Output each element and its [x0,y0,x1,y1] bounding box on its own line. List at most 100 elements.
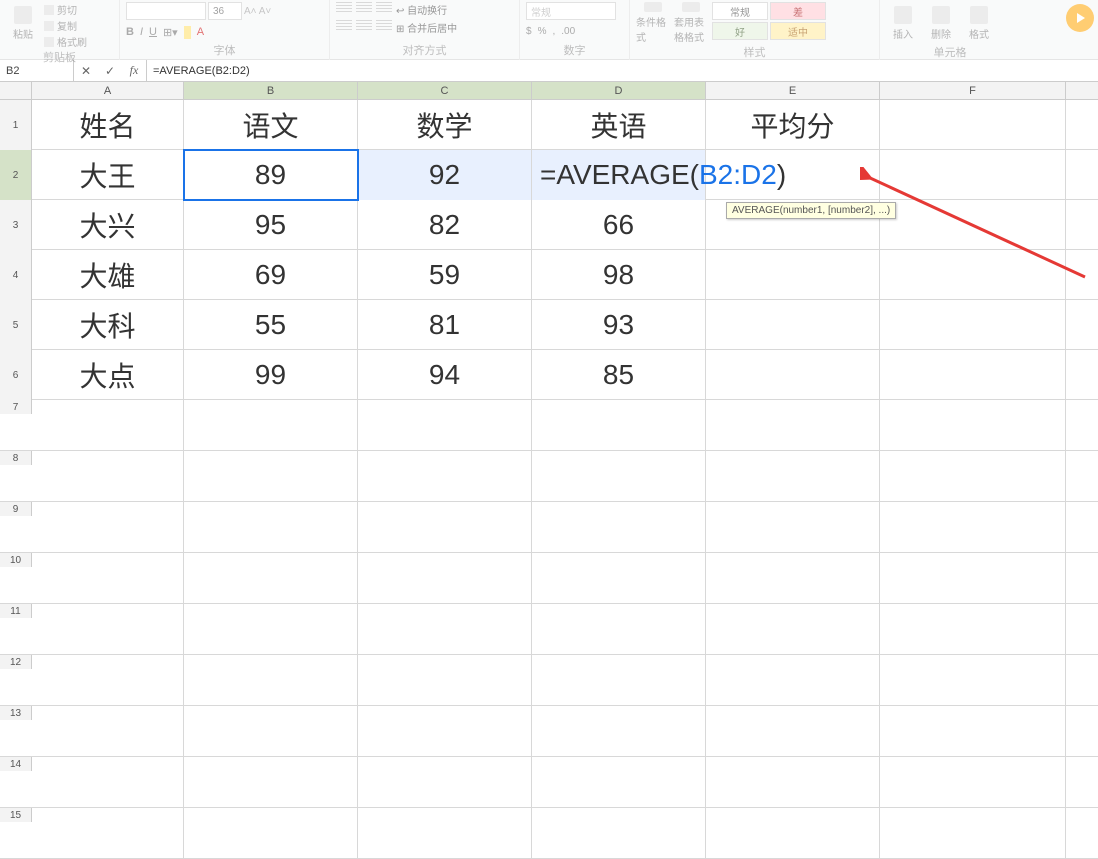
cell[interactable] [880,808,1066,858]
cell[interactable] [32,757,184,807]
cell[interactable] [32,400,184,450]
cell[interactable] [880,250,1066,300]
row-header[interactable]: 3 [0,200,32,250]
cell[interactable]: 语文 [184,100,358,150]
cell[interactable]: 大王 [32,150,184,200]
italic-button[interactable]: I [140,26,143,39]
cell[interactable]: 大点 [32,350,184,400]
cell[interactable] [706,808,880,858]
row-header[interactable]: 2 [0,150,32,200]
wrap-text-button[interactable]: ↩ 自动换行 [396,2,447,17]
align-center-button[interactable] [356,20,372,32]
cell[interactable] [880,300,1066,350]
col-header-f[interactable]: F [880,82,1066,99]
row-header[interactable]: 7 [0,400,32,414]
cell[interactable] [358,553,532,603]
cell[interactable] [706,451,880,501]
cut-button[interactable]: 剪切 [44,2,87,17]
cell[interactable]: 数学 [358,100,532,150]
cell[interactable]: 英语 [532,100,706,150]
merge-center-button[interactable]: ⊞ 合并后居中 [396,20,457,35]
paste-button[interactable]: 粘贴 [6,2,40,44]
cell[interactable] [880,502,1066,552]
align-middle-button[interactable] [356,2,372,14]
cell[interactable]: 大兴 [32,200,184,250]
align-right-button[interactable] [376,20,392,32]
cell[interactable]: 59 [358,250,532,300]
cell[interactable] [880,451,1066,501]
bold-button[interactable]: B [126,26,134,39]
align-bottom-button[interactable] [376,2,392,14]
cell[interactable] [706,706,880,756]
cell[interactable] [880,604,1066,654]
cell[interactable] [32,706,184,756]
cell[interactable] [184,451,358,501]
cell[interactable] [880,100,1066,150]
cell[interactable]: 99 [184,350,358,400]
cell[interactable] [184,808,358,858]
cell[interactable]: 66 [532,200,706,250]
row-header[interactable]: 15 [0,808,32,822]
cell[interactable]: 平均分 [706,100,880,150]
cell[interactable] [532,655,706,705]
row-header[interactable]: 11 [0,604,32,618]
cell[interactable]: 姓名 [32,100,184,150]
cell[interactable] [532,553,706,603]
cell[interactable] [184,502,358,552]
row-header[interactable]: 9 [0,502,32,516]
row-header[interactable]: 8 [0,451,32,465]
row-header[interactable]: 12 [0,655,32,669]
cell[interactable] [358,655,532,705]
cell[interactable]: 92 [358,150,532,200]
delete-cells-button[interactable]: 删除 [924,2,958,44]
cell-active[interactable]: 89 [184,150,358,200]
cell[interactable] [184,604,358,654]
cell[interactable]: 98 [532,250,706,300]
cell[interactable] [184,706,358,756]
cell[interactable] [32,502,184,552]
cell[interactable] [32,655,184,705]
cell[interactable] [358,757,532,807]
currency-button[interactable]: $ [526,26,532,37]
align-top-button[interactable] [336,2,352,14]
cell[interactable] [32,553,184,603]
fill-color-button[interactable] [184,26,191,39]
cell[interactable]: 大雄 [32,250,184,300]
cell[interactable] [358,502,532,552]
cell[interactable] [358,400,532,450]
cell[interactable] [706,757,880,807]
cell[interactable] [358,604,532,654]
cell[interactable] [532,757,706,807]
cell[interactable] [32,451,184,501]
row-header[interactable]: 5 [0,300,32,350]
font-size-select[interactable]: 36 [208,2,242,20]
percent-button[interactable]: % [538,26,547,37]
cell[interactable]: 94 [358,350,532,400]
cell[interactable] [706,502,880,552]
font-family-select[interactable] [126,2,206,20]
col-header-a[interactable]: A [32,82,184,99]
cell[interactable] [880,200,1066,250]
border-button[interactable]: ⊞▾ [163,26,178,39]
select-all-corner[interactable] [0,82,32,99]
row-header[interactable]: 4 [0,250,32,300]
cell[interactable] [880,350,1066,400]
cell[interactable] [706,604,880,654]
cell[interactable] [184,757,358,807]
cell[interactable] [706,553,880,603]
cell-editing[interactable]: =AVERAGE(B2:D2) [532,150,706,200]
cell[interactable] [880,400,1066,450]
underline-button[interactable]: U [149,26,157,39]
row-header[interactable]: 6 [0,350,32,400]
fx-button[interactable]: fx [122,60,146,81]
cell[interactable]: 55 [184,300,358,350]
cell[interactable] [706,250,880,300]
insert-cells-button[interactable]: 插入 [886,2,920,44]
cell[interactable] [532,502,706,552]
cell[interactable] [706,400,880,450]
format-cells-button[interactable]: 格式 [962,2,996,44]
cell[interactable] [358,706,532,756]
cell[interactable] [880,553,1066,603]
row-header[interactable]: 14 [0,757,32,771]
cell[interactable] [880,757,1066,807]
